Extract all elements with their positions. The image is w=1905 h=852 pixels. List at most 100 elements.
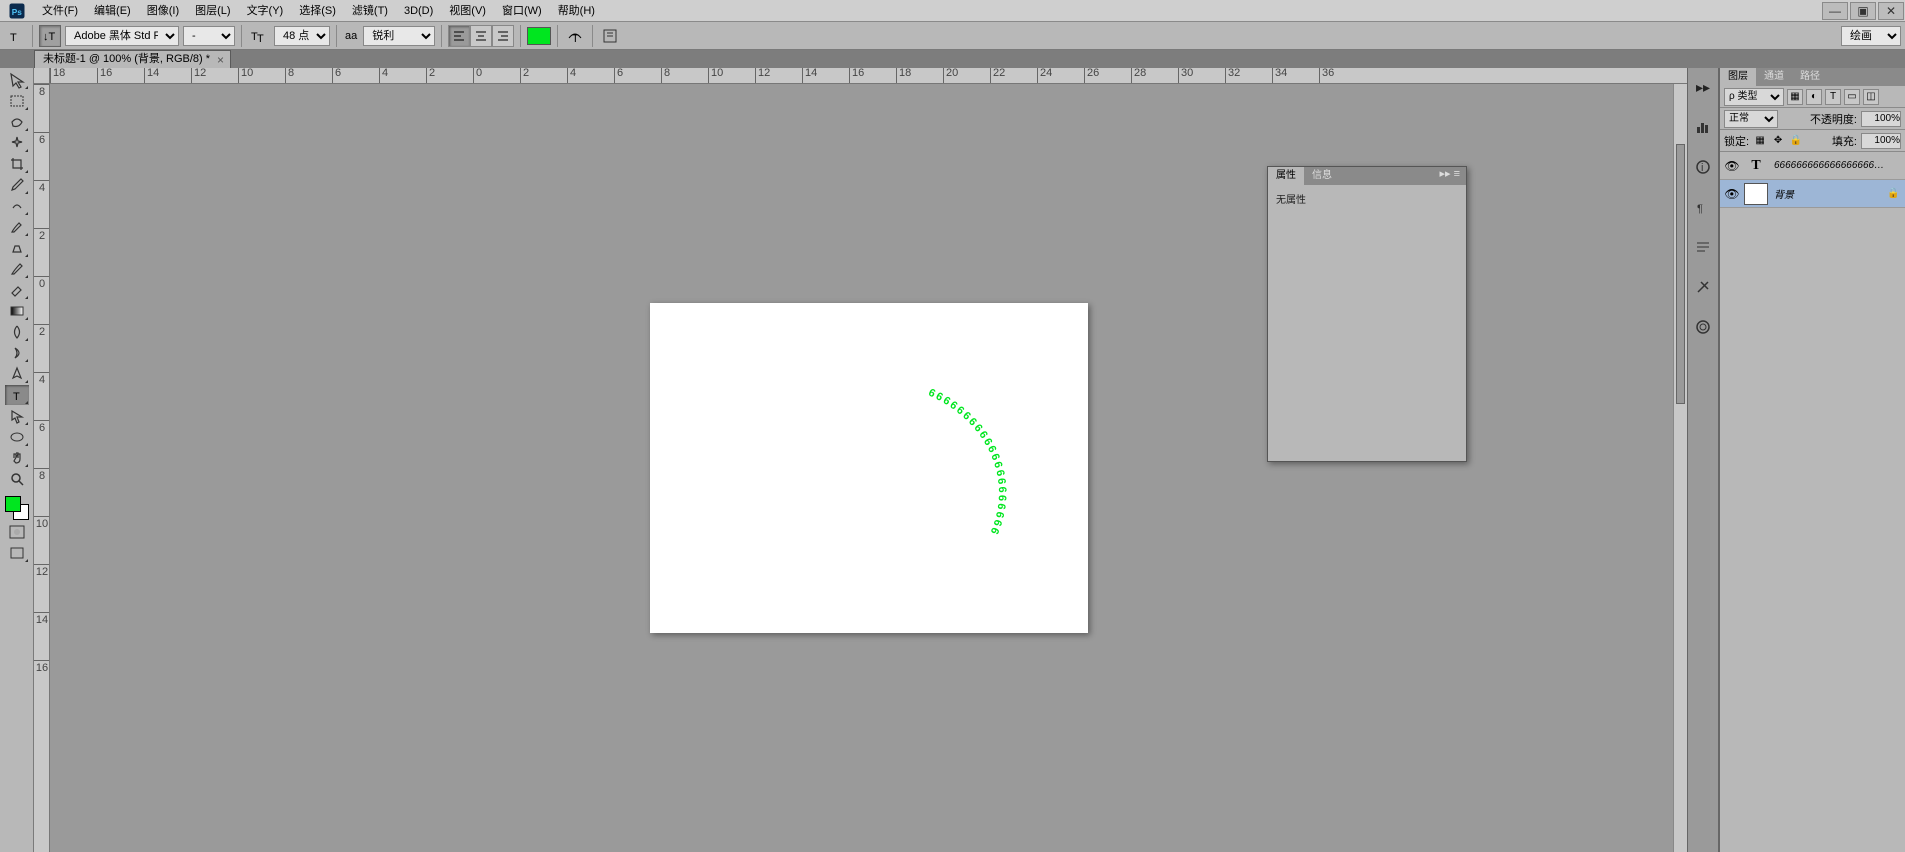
document-tab[interactable]: 未标题-1 @ 100% (背景, RGB/8) * ×	[34, 50, 231, 68]
layer-filter-select[interactable]: ρ 类型	[1724, 88, 1784, 106]
tab-channels[interactable]: 通道	[1756, 68, 1792, 86]
dodge-tool[interactable]	[5, 343, 29, 363]
filter-adjust-icon[interactable]: ◐	[1806, 89, 1822, 105]
visibility-toggle[interactable]: 👁	[1720, 159, 1744, 173]
layer-row[interactable]: 👁背景🔒	[1720, 180, 1905, 208]
menu-item[interactable]: 编辑(E)	[86, 0, 139, 22]
blur-tool[interactable]	[5, 322, 29, 342]
minimize-button[interactable]: —	[1822, 2, 1848, 20]
workspace-switcher[interactable]: 绘画	[1841, 26, 1901, 46]
close-button[interactable]: ✕	[1878, 2, 1904, 20]
filter-smart-icon[interactable]: ◫	[1863, 89, 1879, 105]
hand-tool[interactable]	[5, 448, 29, 468]
align-left-button[interactable]	[448, 25, 470, 47]
ruler-origin[interactable]	[34, 68, 50, 84]
menu-item[interactable]: 选择(S)	[291, 0, 344, 22]
ellipse-tool[interactable]	[5, 427, 29, 447]
crop-tool[interactable]	[5, 154, 29, 174]
opacity-input[interactable]	[1861, 111, 1901, 127]
blend-mode-select[interactable]: 正常	[1724, 110, 1778, 128]
color-picker[interactable]	[3, 494, 31, 522]
panel-collapse-icon[interactable]: ▸▸ ≡	[1433, 167, 1466, 185]
magic-wand-tool[interactable]	[5, 133, 29, 153]
tab-paths[interactable]: 路径	[1792, 68, 1828, 86]
clone-stamp-tool[interactable]	[5, 238, 29, 258]
eraser-tool[interactable]	[5, 280, 29, 300]
close-tab-icon[interactable]: ×	[217, 52, 224, 69]
properties-body: 无属性	[1268, 185, 1466, 212]
zoom-tool[interactable]	[5, 469, 29, 489]
info-icon[interactable]: i	[1692, 156, 1714, 178]
gradient-tool[interactable]	[5, 301, 29, 321]
toolbox: T	[0, 68, 34, 852]
antialias-select[interactable]: 锐利	[363, 26, 435, 46]
tab-info[interactable]: 信息	[1304, 167, 1340, 185]
lock-all-icon[interactable]: 🔒	[1789, 134, 1803, 148]
path-select-tool[interactable]	[5, 406, 29, 426]
character-panel-button[interactable]	[599, 25, 621, 47]
fill-input[interactable]	[1861, 133, 1901, 149]
menu-item[interactable]: 滤镜(T)	[344, 0, 396, 22]
tools-icon[interactable]	[1692, 276, 1714, 298]
move-tool[interactable]	[5, 70, 29, 90]
marquee-tool[interactable]	[5, 91, 29, 111]
quick-mask-button[interactable]	[5, 522, 29, 542]
menu-item[interactable]: 图像(I)	[139, 0, 187, 22]
character-icon[interactable]: ¶	[1692, 196, 1714, 218]
foreground-color[interactable]	[5, 496, 21, 512]
text-color-swatch[interactable]	[527, 27, 551, 45]
layer-list: 👁T666666666666666666666...👁背景🔒	[1720, 152, 1905, 852]
maximize-button[interactable]: ▣	[1850, 2, 1876, 20]
font-style-select[interactable]: -	[183, 26, 235, 46]
layer-name: 背景	[1774, 186, 1887, 201]
expand-dock-icon[interactable]: ▸▸	[1692, 76, 1714, 98]
visibility-toggle[interactable]: 👁	[1720, 187, 1744, 201]
eyedropper-tool[interactable]	[5, 175, 29, 195]
lock-label: 锁定:	[1724, 133, 1749, 149]
brush-tool[interactable]	[5, 217, 29, 237]
menu-item[interactable]: 视图(V)	[441, 0, 494, 22]
menu-item[interactable]: 文件(F)	[34, 0, 86, 22]
font-size-select[interactable]: 48 点	[274, 26, 330, 46]
ruler-vertical[interactable]: 86420246810121416	[34, 84, 50, 852]
menu-item[interactable]: 文字(Y)	[239, 0, 292, 22]
canvas-page[interactable]: 666666666666666666666	[650, 303, 1088, 633]
document-tab-bar: 未标题-1 @ 100% (背景, RGB/8) * ×	[0, 50, 1905, 68]
lock-position-icon[interactable]: ✥	[1771, 134, 1785, 148]
filter-shape-icon[interactable]: ▭	[1844, 89, 1860, 105]
layer-row[interactable]: 👁T666666666666666666666...	[1720, 152, 1905, 180]
align-right-button[interactable]	[492, 25, 514, 47]
svg-text:Ps: Ps	[12, 7, 23, 16]
lasso-tool[interactable]	[5, 112, 29, 132]
paragraph-icon[interactable]	[1692, 236, 1714, 258]
filter-type-icon[interactable]: T	[1825, 89, 1841, 105]
ruler-horizontal[interactable]: 1816141210864202468101214161820222426283…	[50, 68, 1687, 84]
opacity-label: 不透明度:	[1810, 111, 1857, 127]
screen-mode-button[interactable]	[5, 543, 29, 563]
document-tab-title: 未标题-1 @ 100% (背景, RGB/8) *	[43, 53, 210, 65]
type-tool[interactable]: T	[5, 385, 29, 405]
menu-item[interactable]: 3D(D)	[396, 0, 441, 22]
text-orientation-button[interactable]: ↓T	[39, 25, 61, 47]
history-brush-tool[interactable]	[5, 259, 29, 279]
warp-text-button[interactable]: T	[564, 25, 586, 47]
filter-pixel-icon[interactable]: ▦	[1787, 89, 1803, 105]
properties-panel[interactable]: 属性 信息 ▸▸ ≡ 无属性	[1267, 166, 1467, 462]
tab-properties[interactable]: 属性	[1268, 167, 1304, 185]
healing-brush-tool[interactable]	[5, 196, 29, 216]
cloud-icon[interactable]	[1692, 316, 1714, 338]
blend-row: 正常 不透明度:	[1720, 108, 1905, 130]
align-center-button[interactable]	[470, 25, 492, 47]
font-family-select[interactable]: Adobe 黑体 Std R	[65, 26, 179, 46]
svg-text:↓T: ↓T	[43, 31, 56, 43]
options-bar: T ↓T Adobe 黑体 Std R - TT 48 点 aa 锐利 T 绘画	[0, 22, 1905, 50]
tab-layers[interactable]: 图层	[1720, 68, 1756, 86]
lock-pixels-icon[interactable]: ▦	[1753, 134, 1767, 148]
menu-item[interactable]: 图层(L)	[187, 0, 238, 22]
pen-tool[interactable]	[5, 364, 29, 384]
menu-item[interactable]: 窗口(W)	[494, 0, 550, 22]
histogram-icon[interactable]	[1692, 116, 1714, 138]
layer-filter-row: ρ 类型 ▦ ◐ T ▭ ◫	[1720, 86, 1905, 108]
menu-item[interactable]: 帮助(H)	[550, 0, 603, 22]
canvas-scrollbar-vertical[interactable]	[1673, 84, 1687, 852]
